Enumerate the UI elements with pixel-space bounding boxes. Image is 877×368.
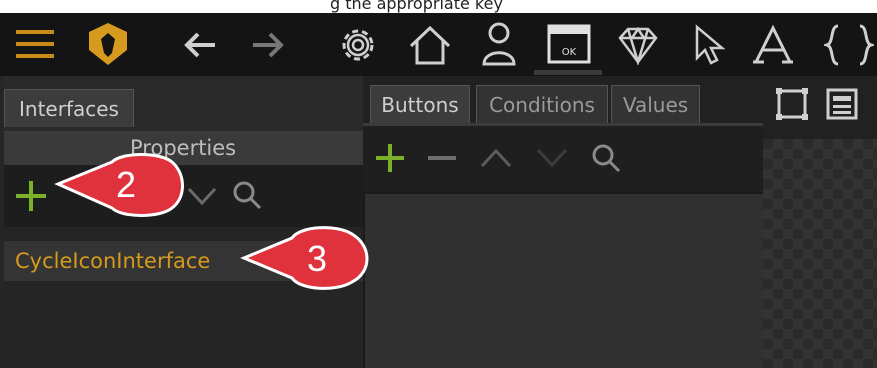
interface-window-icon[interactable]: OK [543,21,595,67]
move-down-icon[interactable] [533,140,571,176]
callout-number: 3 [307,238,328,279]
add-icon[interactable] [12,177,50,215]
tab-conditions[interactable]: Conditions [476,85,608,123]
callout-2: 2 [50,150,190,220]
add-icon[interactable] [372,140,408,176]
user-icon[interactable] [476,19,522,69]
back-arrow-icon[interactable] [178,25,222,65]
callout-3: 3 [240,222,380,294]
braces-icon[interactable] [822,21,876,69]
gem-icon[interactable] [613,21,663,69]
move-up-icon[interactable] [477,140,515,176]
window-icon-label: OK [562,47,577,58]
search-icon[interactable] [228,175,266,215]
menu-icon[interactable] [10,21,60,67]
forward-arrow-icon[interactable] [246,25,290,65]
remove-icon[interactable] [424,140,460,176]
font-icon[interactable] [750,21,796,69]
tab-values[interactable]: Values [611,85,700,123]
list-item-label: CycleIconInterface [15,249,211,273]
tab-interfaces[interactable]: Interfaces [4,89,134,127]
pointer-icon[interactable] [688,21,730,69]
tab-buttons[interactable]: Buttons [370,85,470,123]
frame-icon[interactable] [772,84,812,124]
buttons-list [363,192,763,368]
layout-icon[interactable] [822,84,862,124]
home-icon[interactable] [404,21,456,69]
active-tool-indicator [534,70,602,75]
search-icon[interactable] [587,139,625,177]
logo-icon[interactable] [82,19,134,69]
main-toolbar: OK [0,13,877,76]
caption-fragment: g the appropriate key [330,0,503,13]
preview-canvas[interactable] [763,139,877,368]
gear-icon[interactable] [333,21,383,69]
buttons-toolbar [363,126,763,192]
callout-number: 2 [116,164,137,205]
